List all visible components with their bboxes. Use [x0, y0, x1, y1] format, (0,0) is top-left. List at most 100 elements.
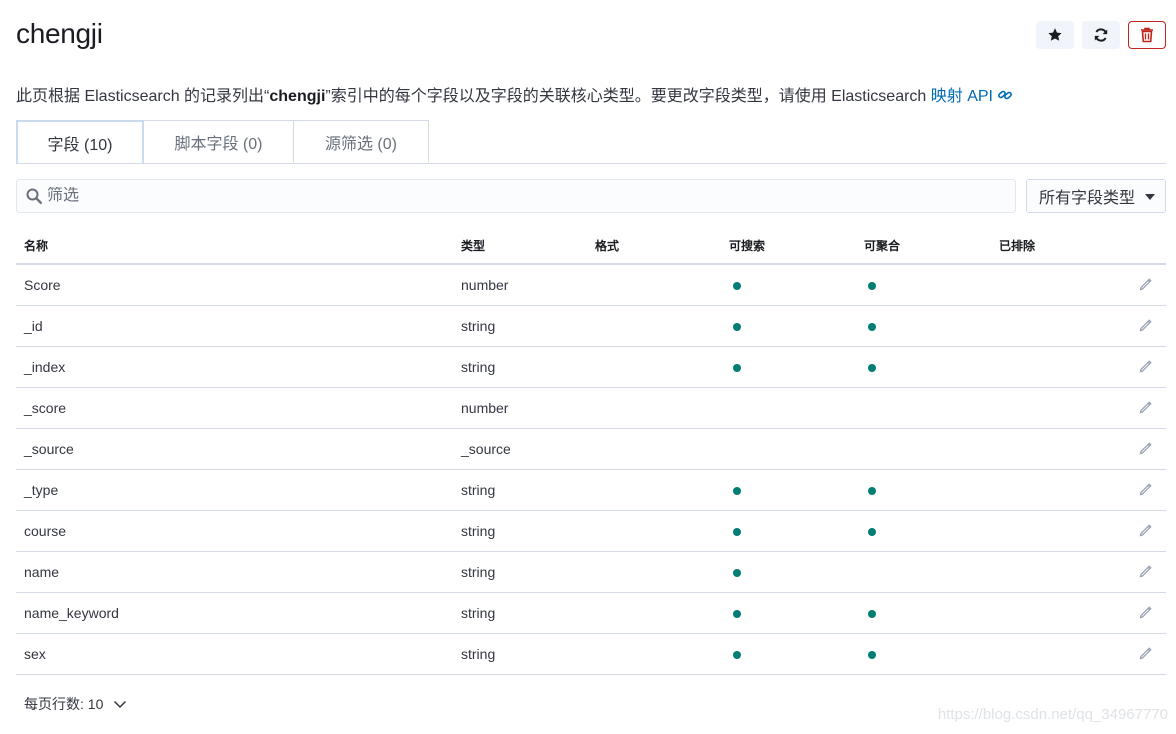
indicator-dot: [733, 651, 741, 659]
field-actions: [1125, 346, 1166, 388]
column-header-format[interactable]: 格式: [587, 228, 721, 265]
table-header-row: 名称 类型 格式 可搜索 可聚合 已排除: [16, 228, 1166, 265]
field-type: string: [453, 469, 587, 511]
table-row: Score number: [16, 264, 1166, 306]
delete-index-button[interactable]: [1128, 21, 1166, 49]
page-description: 此页根据 Elasticsearch 的记录列出“chengji”索引中的每个字…: [16, 82, 1013, 106]
field-aggregatable: [856, 305, 991, 347]
pencil-icon[interactable]: [1138, 399, 1154, 415]
field-format: [587, 264, 721, 306]
table-row: _score number: [16, 387, 1166, 429]
field-searchable: [721, 346, 856, 388]
mapping-api-link[interactable]: 映射 API: [931, 88, 1014, 105]
field-aggregatable: [856, 469, 991, 511]
field-searchable: [721, 469, 856, 511]
field-excluded: [991, 305, 1125, 347]
field-actions: [1125, 510, 1166, 552]
field-format: [587, 387, 721, 429]
field-type: string: [453, 346, 587, 388]
header-actions: [1036, 21, 1166, 49]
field-name: Score: [16, 264, 453, 306]
column-header-name[interactable]: 名称: [16, 228, 453, 265]
pencil-icon[interactable]: [1138, 563, 1154, 579]
pencil-icon[interactable]: [1138, 604, 1154, 620]
field-type: string: [453, 551, 587, 593]
field-searchable: [721, 592, 856, 634]
field-name: _index: [16, 346, 453, 388]
mapping-api-link-label: 映射 API: [930, 88, 994, 105]
field-aggregatable: [856, 264, 991, 306]
favorite-button[interactable]: [1036, 21, 1074, 49]
refresh-icon: [1094, 28, 1108, 42]
tab-source-filters[interactable]: 源筛选 (0): [293, 120, 429, 162]
link-icon: [998, 90, 1013, 100]
field-type-select[interactable]: 所有字段类型: [1026, 179, 1166, 213]
field-aggregatable: [856, 387, 991, 429]
pencil-icon[interactable]: [1138, 440, 1154, 456]
indicator-dot: [733, 487, 741, 495]
rows-per-page-button[interactable]: 每页行数: 10: [24, 694, 127, 714]
field-type: number: [453, 264, 587, 306]
field-excluded: [991, 428, 1125, 470]
field-excluded: [991, 469, 1125, 511]
column-header-searchable[interactable]: 可搜索: [721, 228, 856, 265]
pencil-icon[interactable]: [1138, 645, 1154, 661]
pencil-icon[interactable]: [1138, 276, 1154, 292]
tab-fields[interactable]: 字段 (10): [16, 120, 144, 163]
table-row: _index string: [16, 346, 1166, 388]
tab-scripted-fields[interactable]: 脚本字段 (0): [143, 120, 294, 162]
table-row: _id string: [16, 305, 1166, 347]
field-actions: [1125, 387, 1166, 429]
field-name: sex: [16, 633, 453, 675]
field-excluded: [991, 387, 1125, 429]
field-actions: [1125, 428, 1166, 470]
indicator-dot: [868, 364, 876, 372]
indicator-dot: [868, 323, 876, 331]
filter-box: [16, 179, 1016, 213]
field-name: name_keyword: [16, 592, 453, 634]
field-actions: [1125, 305, 1166, 347]
pencil-icon[interactable]: [1138, 358, 1154, 374]
field-aggregatable: [856, 633, 991, 675]
watermark: https://blog.csdn.net/qq_34967770: [937, 706, 1168, 723]
field-actions: [1125, 592, 1166, 634]
indicator-dot: [868, 487, 876, 495]
column-header-excluded[interactable]: 已排除: [991, 228, 1125, 265]
field-type: number: [453, 387, 587, 429]
pencil-icon[interactable]: [1138, 481, 1154, 497]
tab-scripted-fields-label: 脚本字段 (0): [174, 135, 263, 153]
field-format: [587, 305, 721, 347]
indicator-dot: [733, 323, 741, 331]
field-searchable: [721, 551, 856, 593]
refresh-button[interactable]: [1082, 21, 1120, 49]
field-actions: [1125, 264, 1166, 306]
field-name: course: [16, 510, 453, 552]
indicator-dot: [868, 610, 876, 618]
field-searchable: [721, 633, 856, 675]
field-format: [587, 592, 721, 634]
chevron-down-icon: [114, 700, 127, 709]
field-excluded: [991, 346, 1125, 388]
index-name: chengji: [269, 88, 326, 105]
filter-input[interactable]: [47, 187, 987, 205]
field-name: _score: [16, 387, 453, 429]
field-aggregatable: [856, 510, 991, 552]
star-icon: [1048, 28, 1062, 41]
description-suffix: ”索引中的每个字段以及字段的关联核心类型。要更改字段类型，请使用 Elastic…: [325, 88, 931, 105]
field-name: name: [16, 551, 453, 593]
indicator-dot: [733, 610, 741, 618]
pencil-icon[interactable]: [1138, 317, 1154, 333]
column-header-aggregatable[interactable]: 可聚合: [856, 228, 991, 265]
rows-per-page-label: 每页行数: 10: [24, 696, 104, 712]
indicator-dot: [868, 651, 876, 659]
page-title: chengji: [16, 18, 103, 49]
description-prefix: 此页根据 Elasticsearch 的记录列出“: [16, 88, 270, 105]
fields-table: 名称 类型 格式 可搜索 可聚合 已排除 Score number _id strin…: [16, 228, 1166, 675]
field-name: _id: [16, 305, 453, 347]
pencil-icon[interactable]: [1138, 522, 1154, 538]
column-header-type[interactable]: 类型: [453, 228, 587, 265]
trash-icon: [1141, 27, 1153, 43]
field-name: _source: [16, 428, 453, 470]
indicator-dot: [733, 364, 741, 372]
field-type: string: [453, 305, 587, 347]
